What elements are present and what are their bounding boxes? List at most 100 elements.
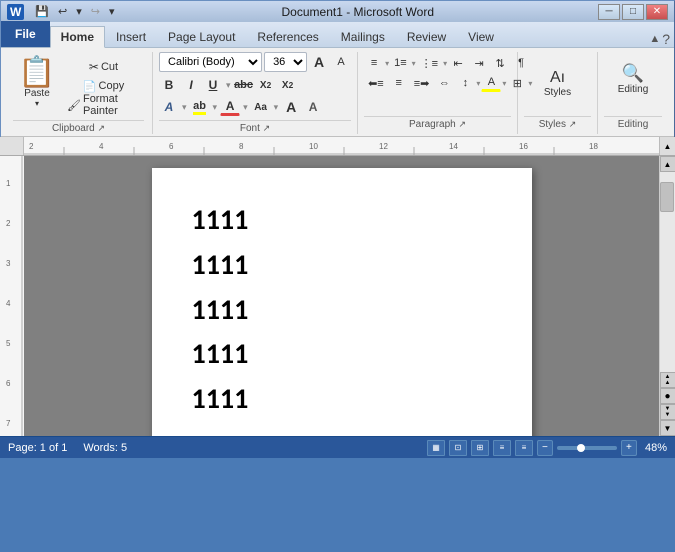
numbering-dropdown[interactable]: ▾: [412, 59, 416, 68]
sort-button[interactable]: ⇅: [490, 54, 510, 72]
save-button[interactable]: 💾: [32, 4, 52, 19]
doc-line-5: 1111: [192, 377, 492, 422]
paragraph-expand[interactable]: ↗: [459, 119, 467, 129]
font-color-button[interactable]: A: [220, 98, 240, 116]
format-painter-icon: 🖌: [67, 99, 81, 112]
minimize-button[interactable]: ─: [598, 4, 620, 20]
scroll-thumb[interactable]: [660, 182, 674, 212]
scroll-down-button[interactable]: ▼: [660, 420, 675, 436]
italic-button[interactable]: I: [181, 76, 201, 94]
shading-dropdown[interactable]: ▾: [502, 79, 506, 88]
svg-text:6: 6: [169, 142, 174, 151]
styles-content: Aı Styles: [524, 52, 591, 114]
bullets-dropdown[interactable]: ▾: [385, 59, 389, 68]
text-effects-dropdown[interactable]: ▾: [182, 102, 187, 113]
highlight-button[interactable]: ab: [190, 98, 210, 116]
editing-button[interactable]: 🔍 Editing: [602, 54, 664, 104]
word-icon: W: [7, 4, 24, 20]
ribbon-container: File Home Insert Page Layout References …: [0, 22, 675, 137]
superscript-button[interactable]: X2: [278, 76, 298, 94]
line-spacing-button[interactable]: ↕: [455, 74, 475, 92]
maximize-button[interactable]: □: [622, 4, 644, 20]
bold-button[interactable]: B: [159, 76, 179, 94]
strikethrough-button[interactable]: abc: [234, 76, 254, 94]
full-screen-button[interactable]: ⊡: [449, 440, 467, 456]
tab-bar: File Home Insert Page Layout References …: [1, 22, 674, 48]
tab-home[interactable]: Home: [50, 26, 105, 48]
paste-dropdown[interactable]: ▾: [35, 99, 39, 108]
close-button[interactable]: ✕: [646, 4, 668, 20]
multilevel-dropdown[interactable]: ▾: [443, 59, 447, 68]
shading-button[interactable]: A: [481, 74, 501, 92]
numbering-button[interactable]: 1≡: [390, 54, 411, 72]
align-left-button[interactable]: ⬅≡: [364, 74, 388, 92]
font-controls: Calibri (Body) 36 A A B I U ▾ abc X2 X: [159, 52, 351, 118]
zoom-level[interactable]: 48%: [645, 442, 667, 454]
text-effects-button[interactable]: A: [159, 98, 179, 116]
highlight-dropdown[interactable]: ▾: [213, 102, 218, 113]
subscript-button[interactable]: X2: [256, 76, 276, 94]
vertical-scrollbar[interactable]: ▲ ▲▲ ● ▼▼ ▼: [659, 156, 675, 436]
multilevel-button[interactable]: ⋮≡: [417, 54, 442, 72]
tab-mailings[interactable]: Mailings: [330, 25, 396, 47]
underline-dropdown[interactable]: ▾: [226, 80, 231, 91]
change-case-dropdown[interactable]: ▾: [274, 102, 279, 113]
ruler-scroll[interactable]: ▲: [659, 137, 675, 155]
print-layout-button[interactable]: ▦: [427, 440, 445, 456]
align-right-button[interactable]: ≡➡: [410, 74, 434, 92]
text-highlight-button[interactable]: A: [303, 98, 323, 116]
tab-insert[interactable]: Insert: [105, 25, 157, 47]
customize-qat[interactable]: ▾: [106, 4, 118, 19]
underline-button[interactable]: U: [203, 76, 223, 94]
vertical-ruler: 1 2 3 4 5 6 7: [0, 156, 24, 436]
decrease-indent-button[interactable]: ⇤: [448, 54, 468, 72]
help-button[interactable]: ?: [662, 31, 670, 47]
undo-button[interactable]: ↩: [55, 4, 70, 19]
undo-dropdown[interactable]: ▾: [73, 4, 85, 19]
increase-indent-button[interactable]: ⇥: [469, 54, 489, 72]
font-name-select[interactable]: Calibri (Body): [159, 52, 262, 72]
bullets-button[interactable]: ≡: [364, 54, 384, 72]
zoom-thumb[interactable]: [577, 444, 585, 452]
format-painter-button[interactable]: 🖌 Format Painter: [63, 96, 144, 114]
document-content[interactable]: 1111 1111 1111 1111 1111: [192, 198, 492, 422]
ribbon-collapse[interactable]: ▲: [649, 33, 660, 45]
tab-page-layout[interactable]: Page Layout: [157, 25, 246, 47]
select-browse-button[interactable]: ●: [660, 388, 675, 404]
document-scroll-area[interactable]: 1111 1111 1111 1111 1111: [24, 156, 659, 436]
font-expand[interactable]: ↗: [263, 123, 271, 133]
cut-button[interactable]: ✂ Cut: [63, 58, 144, 76]
paste-icon: 📋: [18, 58, 55, 88]
justify-button[interactable]: ⇔: [434, 74, 454, 92]
clear-format-button[interactable]: A: [281, 98, 301, 116]
align-center-button[interactable]: ≡: [389, 74, 409, 92]
tab-file[interactable]: File: [1, 21, 50, 47]
styles-button[interactable]: Aı Styles: [523, 58, 593, 108]
line-spacing-dropdown[interactable]: ▾: [476, 79, 480, 88]
outline-button[interactable]: ≡: [493, 440, 511, 456]
svg-text:5: 5: [6, 339, 11, 348]
clipboard-group: 📋 Paste ▾ ✂ Cut 📄 Copy 🖌 Format: [7, 52, 153, 134]
shrink-font-button[interactable]: A: [331, 53, 351, 71]
change-case-button[interactable]: Aa: [251, 98, 271, 116]
clipboard-expand[interactable]: ↗: [98, 123, 106, 133]
tab-view[interactable]: View: [457, 25, 505, 47]
tab-references[interactable]: References: [246, 25, 329, 47]
tab-review[interactable]: Review: [396, 25, 457, 47]
paste-button[interactable]: 📋 Paste ▾: [13, 52, 61, 114]
draft-button[interactable]: ≡: [515, 440, 533, 456]
zoom-slider[interactable]: [557, 446, 617, 450]
next-page-button[interactable]: ▼▼: [660, 404, 675, 420]
scroll-up-button[interactable]: ▲: [660, 156, 675, 172]
scroll-track[interactable]: [660, 172, 675, 372]
web-layout-button[interactable]: ⊞: [471, 440, 489, 456]
cut-label: Cut: [101, 61, 118, 73]
grow-font-button[interactable]: A: [309, 53, 329, 71]
redo-button[interactable]: ↪: [88, 4, 103, 19]
zoom-in-button[interactable]: +: [621, 440, 637, 456]
font-size-select[interactable]: 36: [264, 52, 307, 72]
font-color-dropdown[interactable]: ▾: [243, 102, 248, 113]
prev-page-button[interactable]: ▲▲: [660, 372, 675, 388]
zoom-out-button[interactable]: −: [537, 440, 553, 456]
styles-expand[interactable]: ↗: [569, 119, 577, 129]
